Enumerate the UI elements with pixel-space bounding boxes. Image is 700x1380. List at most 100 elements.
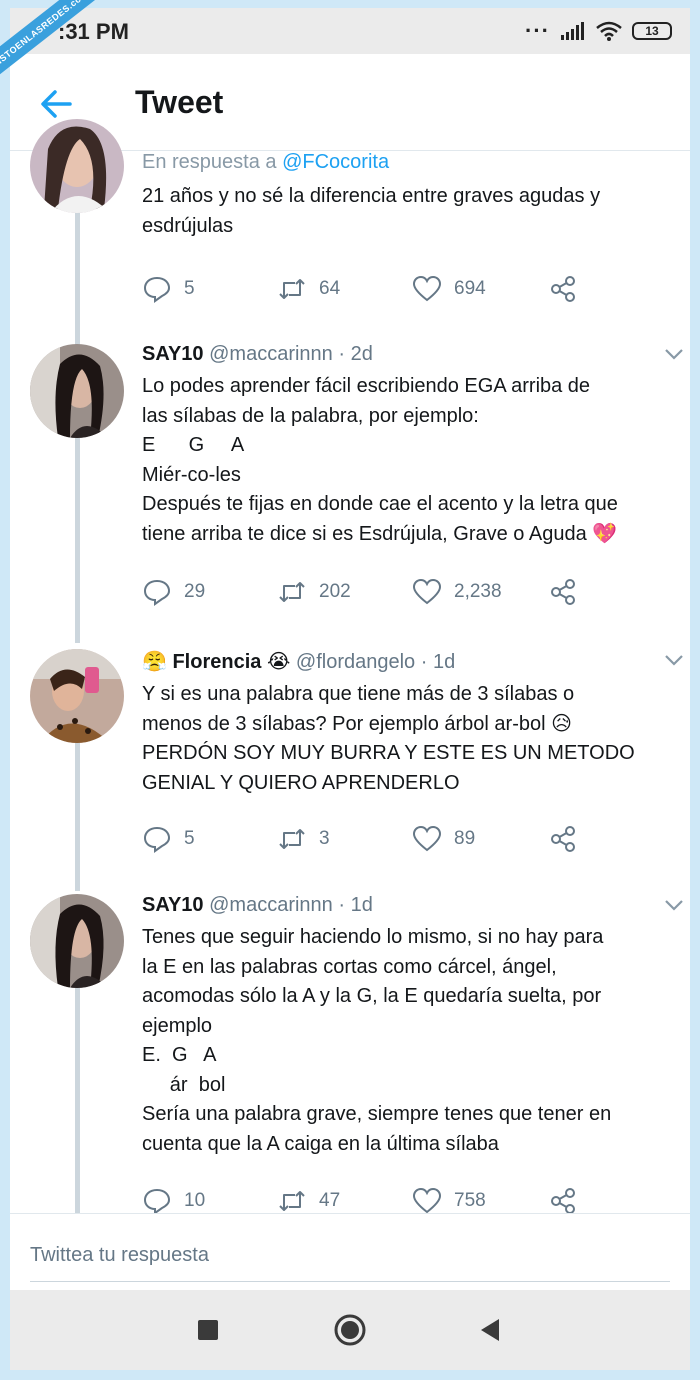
share-icon <box>551 826 575 852</box>
name-emoji-prefix: 😤 <box>142 651 173 673</box>
reply-icon <box>143 1188 171 1215</box>
heart-icon <box>412 275 442 302</box>
status-icons: ··· 13 <box>525 20 672 42</box>
author-name[interactable]: SAY10 <box>142 343 204 365</box>
avatar[interactable] <box>30 119 124 213</box>
home-button[interactable] <box>332 1312 368 1348</box>
heart-icon <box>412 578 442 605</box>
back-button[interactable] <box>472 1312 508 1348</box>
heart-icon <box>412 1187 442 1214</box>
wifi-icon <box>596 21 622 41</box>
like-button[interactable]: 89 <box>412 824 548 854</box>
thread-line <box>75 438 80 643</box>
chevron-down-icon[interactable] <box>664 653 684 667</box>
retweet-button[interactable]: 3 <box>277 824 412 854</box>
retweet-icon <box>279 582 305 602</box>
author-handle[interactable]: @maccarinnn <box>209 894 333 916</box>
heart-icon <box>412 825 442 852</box>
reply-prefix: En respuesta a <box>142 151 283 173</box>
tweet-time: · 1d <box>338 894 373 916</box>
tweet[interactable]: 😤 Florencia 😭 @flordangelo · 1d Y si es … <box>142 649 683 798</box>
like-button[interactable]: 694 <box>412 274 548 304</box>
name-emoji-suffix: 😭 <box>261 651 291 673</box>
like-count: 694 <box>454 278 486 299</box>
home-circle-icon <box>334 1314 366 1346</box>
retweet-count: 202 <box>319 581 351 602</box>
like-button[interactable]: 2,238 <box>412 577 548 607</box>
tweet[interactable]: En respuesta a @FCocorita 21 años y no s… <box>142 151 672 241</box>
back-triangle-icon <box>481 1319 499 1341</box>
tweet-actions: 29 202 2,238 <box>142 577 578 607</box>
reply-handle-link[interactable]: @FCocorita <box>282 151 389 173</box>
tweet-time: · 2d <box>338 343 373 365</box>
avatar[interactable] <box>30 649 124 743</box>
retweet-button[interactable]: 64 <box>277 274 412 304</box>
avatar[interactable] <box>30 894 124 988</box>
like-button[interactable]: 758 <box>412 1186 548 1216</box>
tweet-text: Lo podes aprender fácil escribiendo EGA … <box>142 375 618 545</box>
page-title: Tweet <box>135 84 224 120</box>
chevron-down-icon[interactable] <box>664 347 684 361</box>
reply-button[interactable]: 5 <box>142 824 277 854</box>
share-icon <box>551 1188 575 1214</box>
recents-button[interactable] <box>190 1312 226 1348</box>
reply-icon <box>143 579 171 606</box>
author-name[interactable]: SAY10 <box>142 894 204 916</box>
share-button[interactable] <box>548 1186 578 1216</box>
reply-icon <box>143 826 171 853</box>
retweet-icon <box>279 1191 305 1211</box>
app-frame: :31 PM ··· 13 Tweet En respuesta a @FCoc… <box>10 8 690 1370</box>
share-button[interactable] <box>548 274 578 304</box>
tweet-header: SAY10 @maccarinnn · 2d <box>142 343 672 366</box>
like-count: 89 <box>454 828 476 849</box>
reply-input[interactable]: Twittea tu respuesta <box>30 1236 670 1282</box>
like-count: 2,238 <box>454 581 502 602</box>
thread-line <box>75 213 80 348</box>
reply-count: 5 <box>184 278 195 299</box>
avatar[interactable] <box>30 344 124 438</box>
retweet-count: 47 <box>319 1190 341 1211</box>
share-icon <box>551 579 575 605</box>
author-handle[interactable]: @flordangelo <box>296 651 415 673</box>
system-nav-bar <box>10 1290 690 1370</box>
thread-line <box>75 743 80 891</box>
tweet-actions: 10 47 758 <box>142 1186 578 1216</box>
thread-line <box>75 988 80 1213</box>
like-count: 758 <box>454 1190 486 1211</box>
share-button[interactable] <box>548 824 578 854</box>
reply-button[interactable]: 10 <box>142 1186 277 1216</box>
battery-indicator: 13 <box>632 22 672 40</box>
reply-button[interactable]: 29 <box>142 577 277 607</box>
reply-button[interactable]: 5 <box>142 274 277 304</box>
author-name[interactable]: 😤 Florencia 😭 <box>142 651 290 673</box>
reply-composer: Twittea tu respuesta <box>10 1213 690 1292</box>
retweet-count: 3 <box>319 828 330 849</box>
tweet[interactable]: SAY10 @maccarinnn · 1d Tenes que seguir … <box>142 894 683 1159</box>
chevron-down-icon[interactable] <box>664 898 684 912</box>
signal-icon <box>561 22 584 40</box>
tweet-time: · 1d <box>420 651 456 673</box>
reply-count: 10 <box>184 1190 206 1211</box>
author-handle[interactable]: @maccarinnn <box>209 343 333 365</box>
reply-count: 5 <box>184 828 195 849</box>
tweet-text: Tenes que seguir haciendo lo mismo, si n… <box>142 926 612 1155</box>
retweet-icon <box>279 279 305 299</box>
tweet-header: 😤 Florencia 😭 @flordangelo · 1d <box>142 649 672 674</box>
reply-count: 29 <box>184 581 206 602</box>
tweet[interactable]: SAY10 @maccarinnn · 2d Lo podes aprender… <box>142 343 683 549</box>
back-arrow-icon[interactable] <box>36 84 76 124</box>
share-icon <box>551 276 575 302</box>
status-time: :31 PM <box>58 19 129 44</box>
reply-context: En respuesta a @FCocorita <box>142 151 672 174</box>
status-bar: :31 PM ··· 13 <box>10 8 690 54</box>
author-name-text: Florencia <box>172 651 262 673</box>
tweet-actions: 5 3 89 <box>142 824 578 854</box>
square-icon <box>198 1320 218 1340</box>
retweet-count: 64 <box>319 278 341 299</box>
retweet-button[interactable]: 47 <box>277 1186 412 1216</box>
share-button[interactable] <box>548 577 578 607</box>
retweet-button[interactable]: 202 <box>277 577 412 607</box>
tweet-header: SAY10 @maccarinnn · 1d <box>142 894 672 917</box>
notification-dots-icon: ··· <box>525 18 550 43</box>
retweet-icon <box>279 829 305 849</box>
